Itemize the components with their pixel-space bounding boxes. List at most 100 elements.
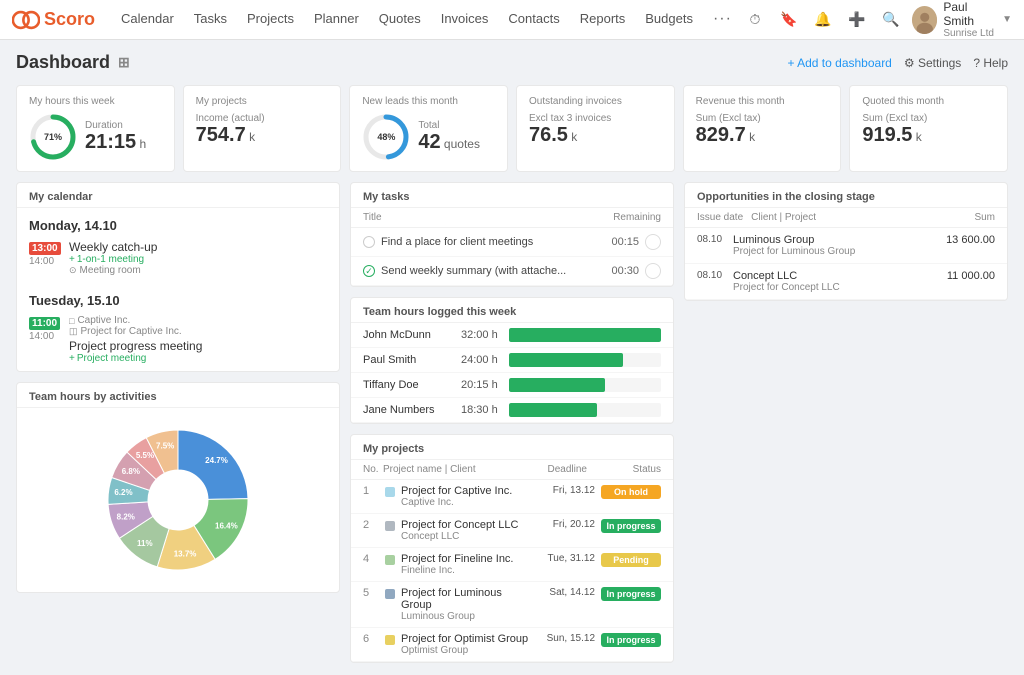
avatar-image (912, 6, 937, 34)
project-row[interactable]: 1 Project for Captive Inc. Captive Inc. … (351, 480, 673, 514)
task-action-icon[interactable] (645, 263, 661, 279)
calendar-event-1[interactable]: 11:00 14:00 □ Captive Inc. ◫ Project for… (29, 312, 327, 367)
opp-client-name: Luminous Group (733, 234, 927, 246)
team-member-name: Tiffany Doe (363, 379, 453, 391)
stat-content: Sum (Excl tax) 919.5 k (862, 113, 995, 147)
opportunity-row[interactable]: 08.10 Luminous Group Project for Luminou… (685, 228, 1007, 264)
project-info: Project for Optimist Group Optimist Grou… (401, 633, 534, 656)
project-title: Project for Concept LLC (401, 519, 534, 531)
project-client: Optimist Group (401, 645, 534, 656)
project-deadline: Tue, 31.12 (540, 553, 595, 564)
event-title-2: Project progress meeting (69, 339, 327, 353)
calendar-event-0[interactable]: 13:00 14:00 Weekly catch-up + 1-on-1 mee… (29, 237, 327, 279)
project-color-indicator (385, 487, 395, 497)
event-time-block: 13:00 14:00 (29, 240, 61, 276)
opp-project-name: Project for Concept LLC (733, 282, 927, 293)
event-title: Weekly catch-up (69, 240, 327, 254)
nav-item-reports[interactable]: Reports (570, 0, 636, 40)
stat-card-2[interactable]: New leads this month 48% Total 42 quotes (349, 85, 508, 172)
task-checkbox[interactable]: ✓ (363, 265, 375, 277)
calendar-panel: My calendar Monday, 14.10 13:00 14:00 We… (16, 182, 340, 372)
project-title: Project for Luminous Group (401, 587, 534, 611)
project-title: Project for Captive Inc. (401, 485, 534, 497)
pie-label: 11% (137, 539, 153, 548)
stats-row: My hours this week 71% Duration 21:15 h … (16, 85, 1008, 172)
team-hours-panel-title: Team hours logged this week (351, 298, 673, 323)
help-button[interactable]: ? Help (973, 56, 1008, 70)
stat-main-value: 21:15 h (85, 131, 146, 154)
stat-values: Total 42 quotes (418, 120, 480, 154)
settings-button[interactable]: ⚙ Settings (904, 56, 961, 70)
opps-col-date: Issue date (697, 212, 743, 223)
project-row[interactable]: 5 Project for Luminous Group Luminous Gr… (351, 582, 673, 628)
add-to-dashboard-button[interactable]: + Add to dashboard (787, 56, 891, 70)
event-meta-room: ⊙ Meeting room (69, 265, 327, 276)
stat-card-5[interactable]: Quoted this month Sum (Excl tax) 919.5 k (849, 85, 1008, 172)
dashboard-header: Dashboard ⊞ + Add to dashboard ⚙ Setting… (16, 52, 1008, 73)
nav-item-planner[interactable]: Planner (304, 0, 369, 40)
nav-item-projects[interactable]: Projects (237, 0, 304, 40)
task-row[interactable]: Find a place for client meetings 00:15 (351, 228, 673, 257)
team-bar-container (509, 353, 661, 367)
stat-card-1[interactable]: My projects Income (actual) 754.7 k (183, 85, 342, 172)
task-checkbox[interactable] (363, 236, 375, 248)
bookmark-icon[interactable]: 🔖 (776, 6, 802, 34)
nav-item-tasks[interactable]: Tasks (184, 0, 237, 40)
team-row: Jane Numbers 18:30 h (351, 398, 673, 423)
team-member-hours: 32:00 h (461, 329, 501, 341)
logo-text: Scoro (44, 9, 95, 30)
timer-icon[interactable]: ⏱ (742, 6, 768, 34)
team-member-name: John McDunn (363, 329, 453, 341)
nav-more-button[interactable]: ··· (703, 0, 742, 40)
add-icon[interactable]: ➕ (844, 6, 870, 34)
opportunity-row[interactable]: 08.10 Concept LLC Project for Concept LL… (685, 264, 1007, 300)
project-deadline: Fri, 13.12 (540, 485, 595, 496)
event-start-time: 13:00 (29, 242, 61, 255)
user-menu[interactable]: Paul Smith Sunrise Ltd ▼ (912, 0, 1012, 39)
user-name: Paul Smith (943, 0, 996, 28)
tasks-header: Title Remaining (351, 208, 673, 228)
opps-col-sum: Sum (974, 212, 995, 223)
search-icon[interactable]: 🔍 (878, 6, 904, 34)
tuesday-label: Tuesday, 15.10 (29, 287, 327, 312)
right-column: Opportunities in the closing stage Issue… (684, 182, 1008, 663)
stat-values: Excl tax 3 invoices 76.5 k (529, 113, 611, 147)
stat-sub-label: Sum (Excl tax) (696, 113, 761, 124)
task-row[interactable]: ✓ Send weekly summary (with attache... 0… (351, 257, 673, 286)
stat-values: Income (actual) 754.7 k (196, 113, 265, 147)
stat-main-value: 76.5 k (529, 124, 611, 147)
nav-item-invoices[interactable]: Invoices (431, 0, 499, 40)
pie-chart-svg: 24.7%16.4%13.7%11%8.2%6.2%6.8%5.5%7.5% (98, 420, 258, 580)
event-company: □ Captive Inc. (69, 315, 327, 326)
pie-label: 24.7% (205, 456, 228, 465)
project-deadline: Sun, 15.12 (540, 633, 595, 644)
stat-title: My projects (196, 96, 329, 107)
pie-label: 13.7% (174, 550, 197, 559)
stat-sub-label: Sum (Excl tax) (862, 113, 927, 124)
team-member-hours: 24:00 h (461, 354, 501, 366)
team-row: John McDunn 32:00 h (351, 323, 673, 348)
monday-label: Monday, 14.10 (29, 212, 327, 237)
stat-card-3[interactable]: Outstanding invoices Excl tax 3 invoices… (516, 85, 675, 172)
nav-item-calendar[interactable]: Calendar (111, 0, 184, 40)
project-deadline: Fri, 20.12 (540, 519, 595, 530)
opp-date: 08.10 (697, 234, 725, 245)
projects-panel: My projects No. Project name | Client De… (350, 434, 674, 663)
event-details: Weekly catch-up + 1-on-1 meeting ⊙ Meeti… (69, 240, 327, 276)
project-color-indicator (385, 589, 395, 599)
project-number: 6 (363, 633, 379, 645)
nav-item-budgets[interactable]: Budgets (635, 0, 703, 40)
project-color-indicator (385, 635, 395, 645)
stat-card-4[interactable]: Revenue this month Sum (Excl tax) 829.7 … (683, 85, 842, 172)
opp-client-info: Luminous Group Project for Luminous Grou… (733, 234, 927, 257)
nav-item-contacts[interactable]: Contacts (498, 0, 569, 40)
stat-card-0[interactable]: My hours this week 71% Duration 21:15 h (16, 85, 175, 172)
project-client: Luminous Group (401, 611, 534, 622)
project-row[interactable]: 2 Project for Concept LLC Concept LLC Fr… (351, 514, 673, 548)
project-row[interactable]: 6 Project for Optimist Group Optimist Gr… (351, 628, 673, 662)
project-row[interactable]: 4 Project for Fineline Inc. Fineline Inc… (351, 548, 673, 582)
notification-icon[interactable]: 🔔 (810, 6, 836, 34)
nav-item-quotes[interactable]: Quotes (369, 0, 431, 40)
task-action-icon[interactable] (645, 234, 661, 250)
logo[interactable]: Scoro (12, 6, 95, 34)
